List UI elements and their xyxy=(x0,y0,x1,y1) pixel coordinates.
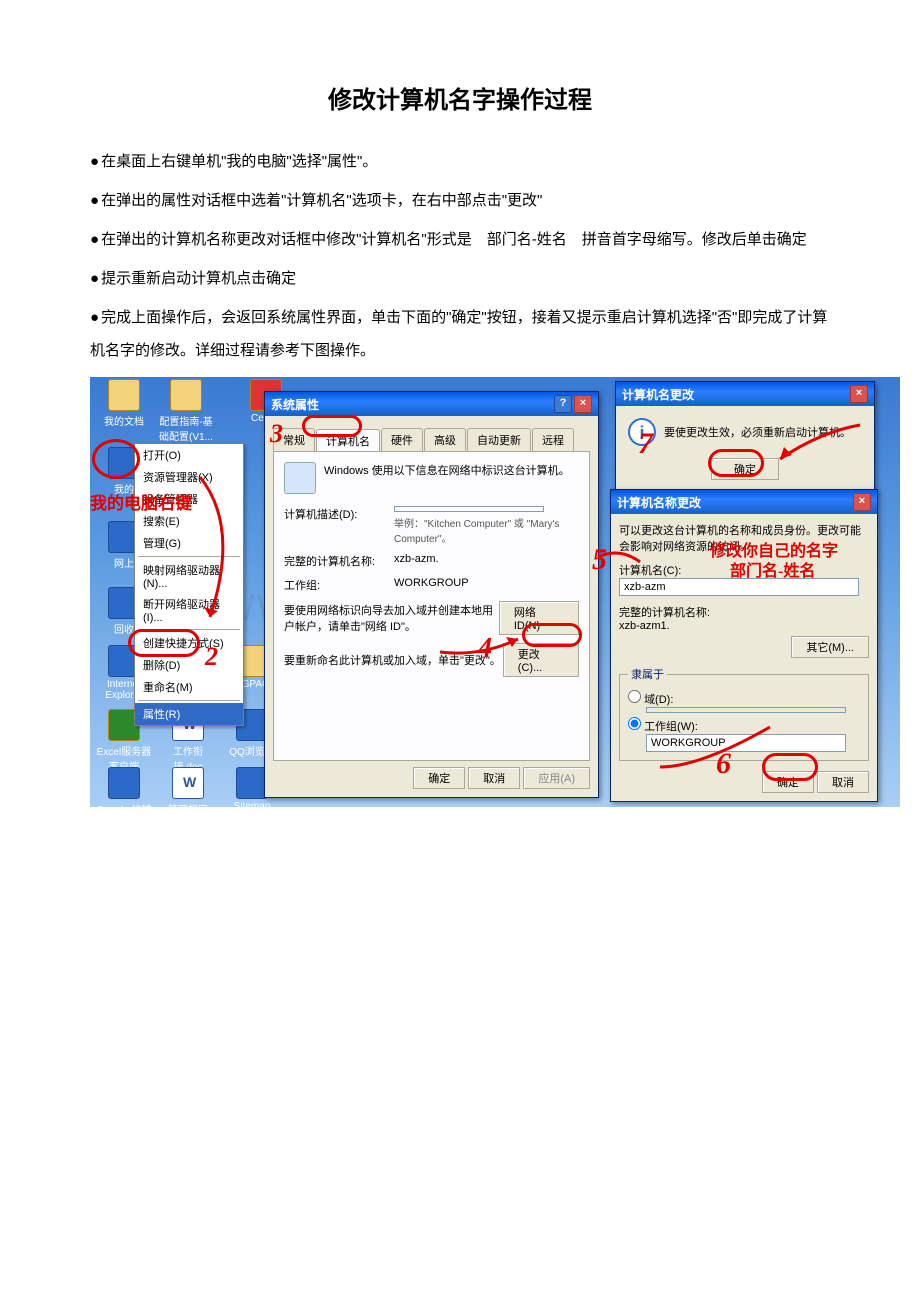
page-title: 修改计算机名字操作过程 xyxy=(90,80,830,115)
tabs: 常规 计算机名 硬件 高级 自动更新 远程 xyxy=(273,424,590,451)
instruction-bullet: 在弹出的属性对话框中选着"计算机名"选项卡，在右中部点击"更改" xyxy=(90,184,830,217)
workgroup-label: 工作组: xyxy=(284,577,394,593)
confirm-dialog: 计算机名更改 × i 要使更改生效，必须重新启动计算机。 确定 xyxy=(615,381,875,493)
domain-input[interactable] xyxy=(646,707,846,713)
dialog-title: 系统属性 xyxy=(271,396,319,413)
desktop-icon[interactable]: 管理规定 1.doc xyxy=(160,767,216,807)
workgroup-value: WORKGROUP xyxy=(394,577,469,589)
ctx-manage[interactable]: 管理(G) xyxy=(135,532,243,554)
ctx-search[interactable]: 搜索(E) xyxy=(135,510,243,532)
tab-advanced[interactable]: 高级 xyxy=(424,428,466,451)
computer-icon xyxy=(284,462,316,494)
cancel-button[interactable]: 取消 xyxy=(468,767,520,789)
desc-input[interactable] xyxy=(394,506,544,512)
context-menu[interactable]: 打开(O) 资源管理器(X) 设备管理器 搜索(E) 管理(G) 映射网络驱动器… xyxy=(134,443,244,726)
fullname-label: 完整的计算机名称: xyxy=(619,604,869,620)
help-button[interactable]: ? xyxy=(554,395,572,413)
change-button[interactable]: 更改(C)... xyxy=(503,643,579,677)
change-text: 要重新命名此计算机或加入域，单击"更改"。 xyxy=(284,652,503,668)
instruction-bullet: 完成上面操作后，会返回系统属性界面，单击下面的"确定"按钮，接着又提示重启计算机… xyxy=(90,301,830,367)
member-fieldset: 隶属于 域(D): 工作组(W): WORKGROUP xyxy=(619,666,869,761)
domain-label: 域(D): xyxy=(644,694,673,706)
tab-general[interactable]: 常规 xyxy=(273,428,315,451)
dialog-title: 计算机名称更改 xyxy=(617,494,701,511)
desktop-icon[interactable]: 配置指南-基础配置(V1... xyxy=(158,379,214,443)
apply-button[interactable]: 应用(A) xyxy=(523,767,590,789)
ctx-explorer[interactable]: 资源管理器(X) xyxy=(135,466,243,488)
ctx-rename[interactable]: 重命名(M) xyxy=(135,676,243,698)
instruction-bullet: 在桌面上右键单机"我的电脑"选择"属性"。 xyxy=(90,145,830,178)
netid-button[interactable]: 网络 ID(N) xyxy=(499,601,579,635)
info-icon: i xyxy=(628,418,656,446)
intro-text: Windows 使用以下信息在网络中标识这台计算机。 xyxy=(324,462,570,478)
ctx-shortcut[interactable]: 创建快捷方式(S) xyxy=(135,632,243,654)
more-button[interactable]: 其它(M)... xyxy=(791,636,869,658)
desktop-icon[interactable]: Google 地球 xyxy=(96,767,152,807)
cancel-button[interactable]: 取消 xyxy=(817,771,869,793)
tab-remote[interactable]: 远程 xyxy=(532,428,574,451)
ctx-open[interactable]: 打开(O) xyxy=(135,444,243,466)
workgroup-radio[interactable] xyxy=(628,717,641,730)
ctx-delete[interactable]: 删除(D) xyxy=(135,654,243,676)
ctx-devmgr[interactable]: 设备管理器 xyxy=(135,488,243,510)
system-properties-dialog: 系统属性 ? × 常规 计算机名 硬件 高级 自动更新 远程 xyxy=(264,391,599,798)
fullname-label: 完整的计算机名称: xyxy=(284,553,394,569)
workgroup-label: 工作组(W): xyxy=(644,721,698,733)
rename-intro: 可以更改这台计算机的名称和成员身份。更改可能会影响对网络资源的访问。 xyxy=(619,522,869,554)
instruction-bullet: 在弹出的计算机名称更改对话框中修改"计算机名"形式是 部门名-姓名 拼音首字母缩… xyxy=(90,223,830,256)
domain-radio[interactable] xyxy=(628,690,641,703)
tab-auto-update[interactable]: 自动更新 xyxy=(467,428,531,451)
ok-button[interactable]: 确定 xyxy=(762,771,814,793)
netid-text: 要使用网络标识向导去加入域并创建本地用户帐户，请单击"网络 ID"。 xyxy=(284,602,499,634)
member-legend: 隶属于 xyxy=(628,666,667,682)
tab-computer-name[interactable]: 计算机名 xyxy=(316,429,380,452)
close-button[interactable]: × xyxy=(853,493,871,511)
ctx-map-drive[interactable]: 映射网络驱动器(N)... xyxy=(135,559,243,593)
workgroup-input[interactable]: WORKGROUP xyxy=(646,734,846,752)
ok-button[interactable]: 确定 xyxy=(711,458,779,480)
ctx-disc-drive[interactable]: 断开网络驱动器(I)... xyxy=(135,593,243,627)
confirm-msg: 要使更改生效，必须重新启动计算机。 xyxy=(664,424,851,440)
tab-hardware[interactable]: 硬件 xyxy=(381,428,423,451)
example-text: 举例："Kitchen Computer" 或 "Mary's Computer… xyxy=(394,515,574,545)
close-button[interactable]: × xyxy=(574,395,592,413)
dialog-title: 计算机名更改 xyxy=(622,386,694,403)
desktop-icon[interactable]: 我的文档 xyxy=(96,379,152,428)
instruction-bullet: 提示重新启动计算机点击确定 xyxy=(90,262,830,295)
rename-dialog: 计算机名称更改 × 可以更改这台计算机的名称和成员身份。更改可能会影响对网络资源… xyxy=(610,489,878,802)
fullname-value: xzb-azm. xyxy=(394,553,439,565)
screenshot-composite: www.bdocx.c 我的文档 配置指南-基础配置(V1... Center … xyxy=(90,377,900,807)
name-label: 计算机名(C): xyxy=(619,562,869,578)
fullname-value: xzb-azm1. xyxy=(619,620,869,632)
ok-button[interactable]: 确定 xyxy=(413,767,465,789)
close-button[interactable]: × xyxy=(850,385,868,403)
computer-name-input[interactable]: xzb-azm xyxy=(619,578,859,596)
desc-label: 计算机描述(D): xyxy=(284,506,394,522)
ctx-properties[interactable]: 属性(R) xyxy=(135,703,243,725)
